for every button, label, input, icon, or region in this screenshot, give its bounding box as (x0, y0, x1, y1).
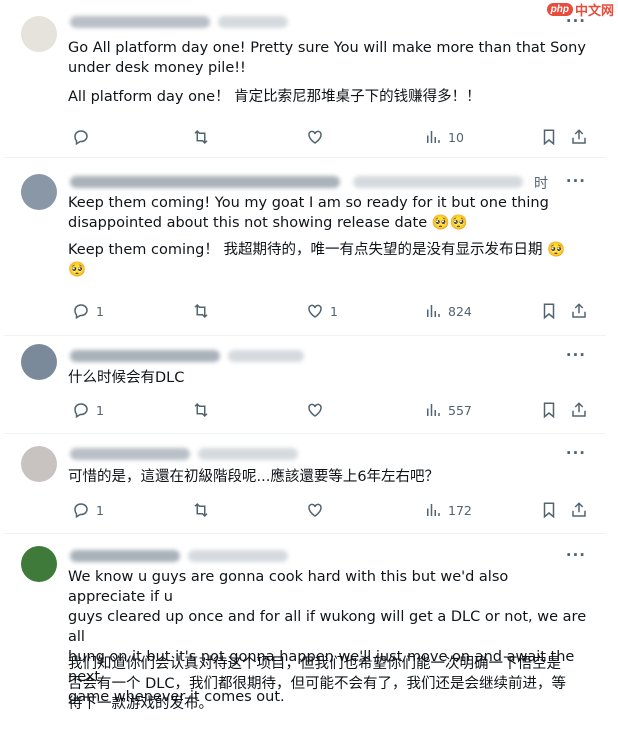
bookmark-icon (543, 129, 555, 146)
retweet-icon (194, 129, 208, 145)
bookmark-button[interactable] (540, 499, 558, 521)
tweet-header: ··· (68, 444, 606, 464)
reply-button[interactable]: 1 (72, 300, 104, 322)
author-name[interactable] (70, 176, 340, 188)
tweet-header: ··· (68, 12, 606, 32)
reply-button[interactable] (72, 126, 90, 148)
like-count: 1 (330, 303, 338, 319)
tweet-text-translation: All platform day one！ 肯定比索尼那堆桌子下的钱赚得多！！ (68, 89, 481, 105)
like-icon (308, 304, 322, 318)
retweet-button[interactable] (192, 126, 210, 148)
like-icon (308, 503, 322, 517)
retweet-button[interactable] (192, 300, 210, 322)
reply-icon (74, 503, 88, 519)
tweet-header: ··· (68, 546, 606, 566)
tweet-text: Keep them coming! You my goat I am so re… (68, 195, 549, 231)
tweet-text: 可惜的是，這還在初級階段呢...應該還要等上6年左右吧？ (68, 469, 440, 485)
avatar[interactable] (21, 546, 57, 582)
bookmark-icon (543, 502, 555, 519)
more-icon[interactable]: ··· (566, 172, 586, 190)
views-icon (427, 131, 440, 143)
author-handle[interactable] (198, 448, 298, 460)
views-button[interactable]: 557 (424, 399, 472, 421)
like-icon (308, 130, 322, 144)
tweet-header: 时 ··· (68, 172, 606, 192)
share-button[interactable] (570, 499, 588, 521)
view-count: 172 (448, 502, 472, 518)
view-count: 10 (448, 129, 464, 145)
author-handle[interactable] (228, 350, 304, 362)
tweet-text: 什么时候会有DLC (68, 370, 185, 386)
tweet[interactable]: ··· 可惜的是，這還在初級階段呢...應該還要等上6年左右吧？ 1 172 (4, 434, 606, 534)
tweet-time: 时 (534, 176, 548, 192)
share-button[interactable] (570, 399, 588, 421)
author-name[interactable] (70, 448, 190, 460)
views-icon (427, 404, 440, 416)
views-icon (427, 305, 440, 317)
author-handle[interactable] (188, 550, 288, 562)
retweet-button[interactable] (192, 399, 210, 421)
bookmark-button[interactable] (540, 399, 558, 421)
tweet-text-translation: 我们知道你们会认真对待这个项目，但我们也希望你们能一次明确一下悟空是 否会有一个… (68, 656, 566, 712)
reply-count: 1 (96, 502, 104, 518)
more-icon[interactable]: ··· (566, 546, 586, 564)
tweet-actions: 10 (68, 126, 606, 148)
bookmark-button[interactable] (540, 126, 558, 148)
share-icon (572, 502, 586, 517)
more-icon[interactable]: ··· (566, 12, 586, 30)
reply-button[interactable]: 1 (72, 499, 104, 521)
tweet-actions: 1 557 (68, 399, 606, 421)
tweet[interactable]: ··· We know u guys are gonna cook hard w… (4, 534, 606, 736)
tweet[interactable]: 时 ··· Keep them coming! You my goat I am… (4, 158, 606, 336)
view-count: 824 (448, 303, 472, 319)
author-name[interactable] (70, 16, 210, 28)
reply-count: 1 (96, 402, 104, 418)
retweet-button[interactable] (192, 499, 210, 521)
share-icon (572, 402, 586, 417)
more-icon[interactable]: ··· (566, 346, 586, 364)
tweet-text: Go All platform day one! Pretty sure You… (68, 40, 586, 76)
share-icon (572, 303, 586, 318)
avatar[interactable] (21, 16, 57, 52)
tweet-actions: 1 1 824 (68, 300, 606, 322)
bookmark-icon (543, 303, 555, 320)
retweet-icon (194, 303, 208, 319)
reply-icon (74, 403, 88, 419)
views-button[interactable]: 172 (424, 499, 472, 521)
reply-icon (74, 130, 88, 146)
tweet-header: ··· (68, 346, 606, 366)
like-button[interactable]: 1 (306, 300, 338, 322)
views-button[interactable]: 824 (424, 300, 472, 322)
bookmark-icon (543, 402, 555, 419)
view-count: 557 (448, 402, 472, 418)
views-icon (427, 504, 440, 516)
tweet[interactable]: ··· 什么时候会有DLC 1 557 (4, 336, 606, 434)
reply-button[interactable]: 1 (72, 399, 104, 421)
author-name[interactable] (70, 350, 220, 362)
author-handle[interactable] (353, 176, 523, 188)
author-handle[interactable] (218, 16, 288, 28)
retweet-icon (194, 402, 208, 418)
tweet[interactable]: ··· Go All platform day one! Pretty sure… (4, 0, 606, 158)
like-icon (308, 403, 322, 417)
avatar[interactable] (21, 174, 57, 210)
share-icon (572, 129, 586, 144)
like-button[interactable] (306, 399, 324, 421)
like-button[interactable] (306, 126, 324, 148)
tweet-text-translation: Keep them coming！ 我超期待的，唯一有点失望的是没有显示发布日期… (68, 242, 566, 278)
more-icon[interactable]: ··· (566, 444, 586, 462)
avatar[interactable] (21, 344, 57, 380)
reply-icon (74, 304, 88, 320)
share-button[interactable] (570, 126, 588, 148)
share-button[interactable] (570, 300, 588, 322)
tweet-actions: 1 172 (68, 499, 606, 521)
reply-count: 1 (96, 303, 104, 319)
like-button[interactable] (306, 499, 324, 521)
views-button[interactable]: 10 (424, 126, 464, 148)
avatar[interactable] (21, 446, 57, 482)
author-name[interactable] (70, 550, 180, 562)
retweet-icon (194, 502, 208, 518)
bookmark-button[interactable] (540, 300, 558, 322)
